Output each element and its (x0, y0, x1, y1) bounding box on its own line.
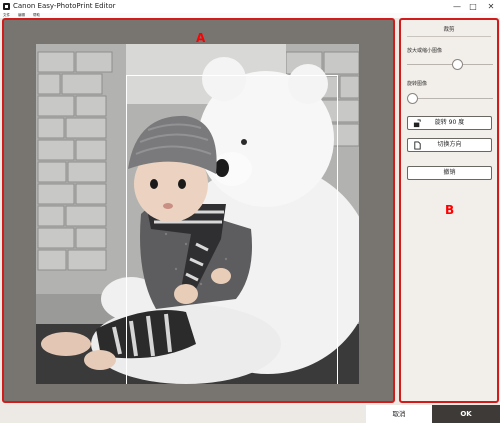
undo-button[interactable]: 撤销 (407, 166, 492, 180)
ok-button[interactable]: OK (432, 405, 500, 423)
zoom-slider-thumb[interactable] (452, 59, 463, 70)
rotate-90-label: 旋转 90 度 (434, 119, 465, 126)
window-title: Canon Easy-PhotoPrint Editor (13, 2, 116, 10)
annotation-marker-a: A (196, 31, 206, 45)
panel-title: 裁剪 (443, 27, 455, 33)
photo-preview[interactable] (36, 44, 359, 384)
zoom-label: 放大或缩小图像 (407, 48, 443, 54)
rotate-label: 旋转图像 (407, 81, 428, 87)
rotate-slider-thumb[interactable] (407, 93, 418, 104)
cancel-button[interactable]: 取消 (366, 405, 432, 423)
crop-settings-panel: 裁剪 放大或缩小图像 旋转图像 旋转 90 度 切换方向 撤销 B (399, 18, 499, 403)
annotation-marker-b: B (445, 203, 455, 217)
undo-label: 撤销 (443, 169, 456, 176)
minimize-icon[interactable]: — (450, 0, 464, 13)
panel-divider (407, 36, 491, 37)
switch-orientation-button[interactable]: 切换方向 (407, 138, 492, 152)
crop-frame[interactable] (126, 75, 338, 384)
switch-orientation-label: 切换方向 (437, 141, 462, 148)
rotate-slider-track[interactable] (407, 98, 493, 99)
title-bar: Canon Easy-PhotoPrint Editor — □ ✕ (0, 0, 500, 13)
rotate-icon (413, 119, 421, 128)
rotate-90-button[interactable]: 旋转 90 度 (407, 116, 492, 130)
zoom-slider-track[interactable] (407, 64, 493, 65)
app-icon (3, 3, 10, 10)
preview-area: A (2, 18, 395, 403)
maximize-icon[interactable]: □ (466, 0, 480, 13)
close-icon[interactable]: ✕ (484, 0, 498, 13)
orientation-icon (414, 141, 421, 150)
